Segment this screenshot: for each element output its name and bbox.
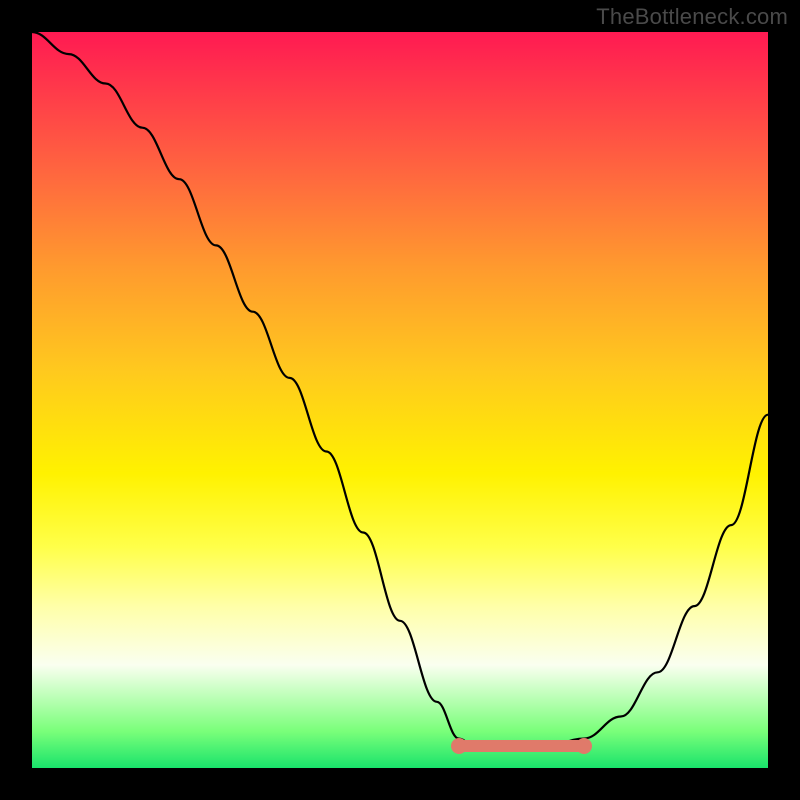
highlight-marker-right xyxy=(576,738,592,754)
highlight-marker-left xyxy=(451,738,467,754)
highlight-ribbon xyxy=(459,740,584,752)
curve-svg xyxy=(32,32,768,768)
plot-area xyxy=(32,32,768,768)
plot-area-frame xyxy=(32,32,768,768)
watermark-text: TheBottleneck.com xyxy=(596,4,788,30)
bottleneck-curve xyxy=(32,32,768,746)
chart-root: TheBottleneck.com xyxy=(0,0,800,800)
